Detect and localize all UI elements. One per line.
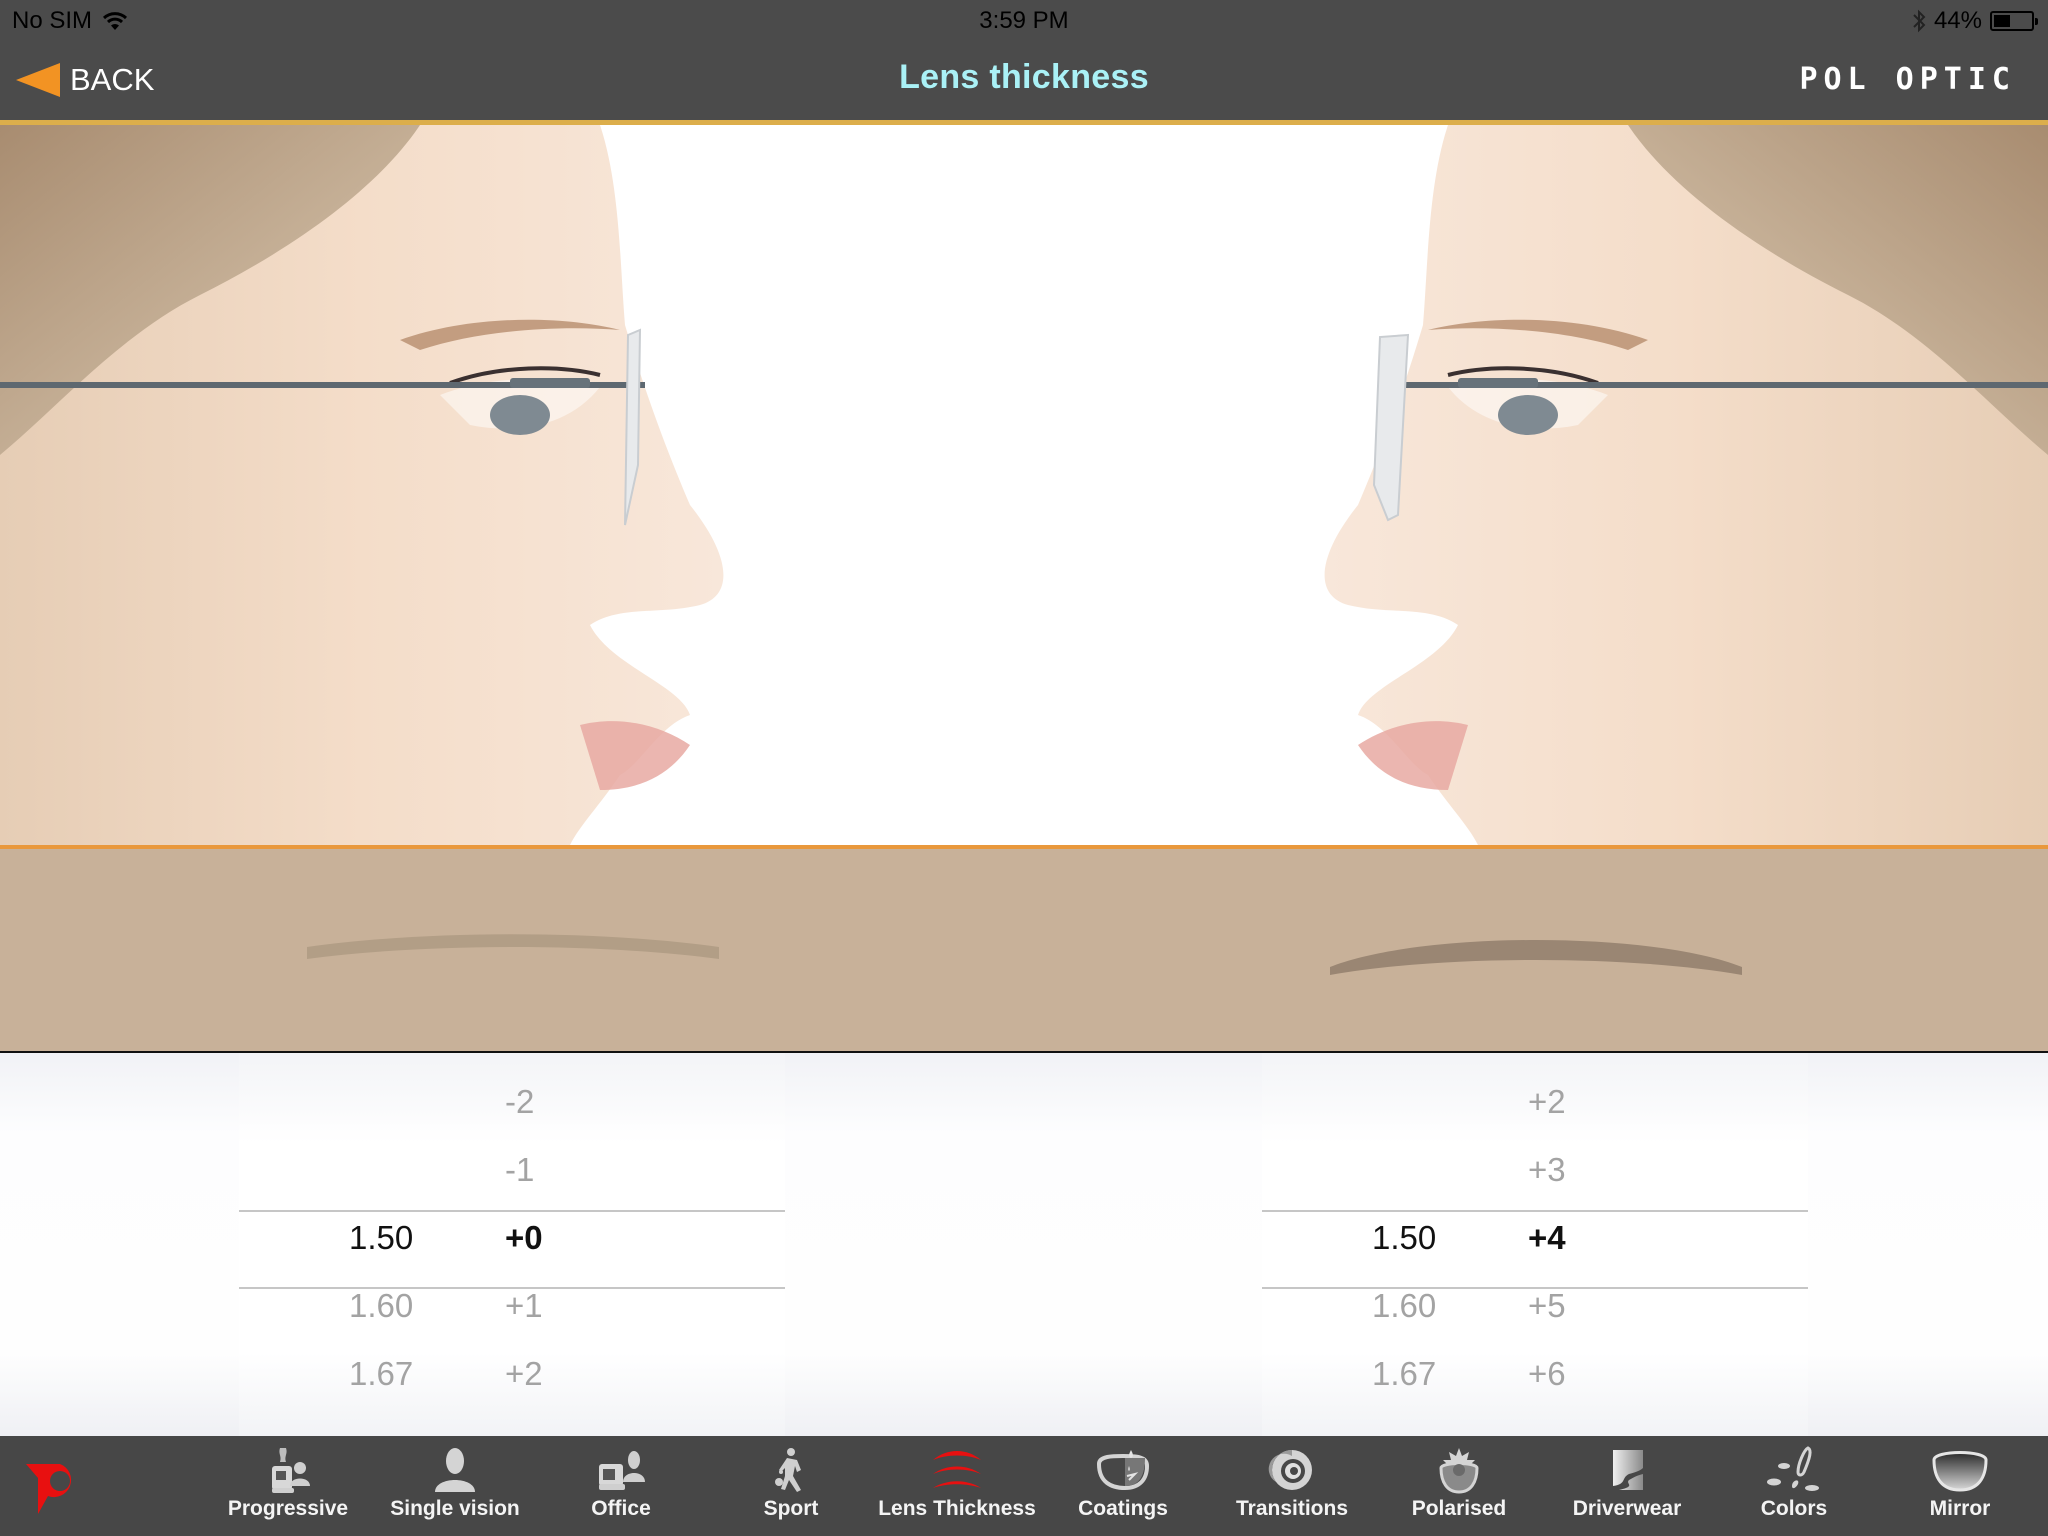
picker-power-value: +4 (1528, 1219, 1566, 1256)
picker-row[interactable]: -1 (239, 1151, 785, 1211)
status-bar: No SIM 3:59 PM 44% (0, 0, 2048, 40)
picker-power-value: +1 (505, 1287, 543, 1324)
picker-power-value: -1 (505, 1151, 535, 1188)
office-icon (599, 1451, 645, 1490)
picker-row[interactable]: +2 (1262, 1083, 1808, 1143)
picker-row-selected[interactable]: 1.50 +0 (239, 1219, 785, 1279)
tab-driverwear[interactable]: Driverwear (1547, 1436, 1707, 1536)
tab-mirror[interactable]: Mirror (1880, 1436, 2040, 1536)
tab-transitions[interactable]: Transitions (1212, 1436, 1372, 1536)
picker-row[interactable]: +3 (1262, 1151, 1808, 1211)
tab-sport[interactable]: Sport (711, 1436, 871, 1536)
driverwear-icon (1613, 1450, 1643, 1490)
tab-progressive[interactable]: Progressive (208, 1436, 368, 1536)
lens-picker-left[interactable]: -2 -1 1.50 +0 1.60 +1 1.67 +2 (239, 1053, 785, 1436)
lens-thickness-icon (933, 1451, 981, 1488)
tab-label: Mirror (1929, 1497, 1991, 1520)
tab-colors[interactable]: Colors (1714, 1436, 1874, 1536)
coatings-icon (1096, 1450, 1150, 1491)
colors-icon (1767, 1446, 1819, 1491)
picker-index-value: 1.50 (349, 1219, 414, 1256)
lens-profile-left (307, 934, 719, 959)
lens-picker-right[interactable]: +2 +3 1.50 +4 1.60 +5 1.67 +6 (1262, 1053, 1808, 1436)
sport-icon (775, 1448, 801, 1492)
pol-optic-logo[interactable] (24, 1462, 82, 1518)
polarised-icon (1439, 1448, 1479, 1494)
comparison-photo (0, 125, 2048, 845)
tab-bar: Progressive Single vision Office Sport L… (0, 1436, 2048, 1536)
nav-bar: BACK Lens thickness POL OPTIC (0, 40, 2048, 120)
picker-row[interactable]: -2 (239, 1083, 785, 1143)
single-vision-icon (435, 1448, 475, 1492)
picker-row[interactable]: 1.67 +2 (239, 1355, 785, 1415)
tab-office[interactable]: Office (541, 1436, 701, 1536)
picker-index-value: 1.60 (1372, 1287, 1437, 1324)
picker-index-value: 1.67 (349, 1355, 414, 1392)
lens-profile-right (1330, 940, 1742, 975)
picker-power-value: +2 (1528, 1083, 1566, 1120)
tab-single-vision[interactable]: Single vision (375, 1436, 535, 1536)
picker-power-value: -2 (505, 1083, 535, 1120)
bluetooth-icon (1913, 9, 1926, 33)
mirror-icon (1932, 1451, 1988, 1492)
picker-power-value: +2 (505, 1355, 543, 1392)
progressive-icon (272, 1448, 310, 1493)
picker-row[interactable]: 1.67 +6 (1262, 1355, 1808, 1415)
picker-row[interactable]: 1.60 +5 (1262, 1287, 1808, 1347)
tab-lens-thickness[interactable]: Lens Thickness (877, 1436, 1037, 1536)
picker-row-selected[interactable]: 1.50 +4 (1262, 1219, 1808, 1279)
picker-index-value: 1.60 (349, 1287, 414, 1324)
tab-coatings[interactable]: Coatings (1043, 1436, 1203, 1536)
battery-icon (1990, 11, 2038, 31)
picker-power-value: +0 (505, 1219, 543, 1256)
battery-percent: 44% (1933, 7, 1982, 34)
tab-polarised[interactable]: Polarised (1379, 1436, 1539, 1536)
picker-power-value: +6 (1528, 1355, 1566, 1392)
page-title: Lens thickness (899, 58, 1149, 96)
picker-row[interactable]: 1.60 +1 (239, 1287, 785, 1347)
picker-index-value: 1.67 (1372, 1355, 1437, 1392)
face-profile-left (0, 125, 724, 845)
picker-power-value: +5 (1528, 1287, 1566, 1324)
status-right: 44% (1912, 7, 2038, 35)
face-profile-right (1324, 125, 2048, 845)
battery-fill (1994, 15, 2010, 27)
transitions-icon (1268, 1450, 1312, 1490)
status-time: 3:59 PM (979, 7, 1069, 34)
picker-index-value: 1.50 (1372, 1219, 1437, 1256)
lens-profile-area (0, 849, 2048, 1052)
brand-logo: POL OPTIC (1799, 62, 2016, 97)
picker-power-value: +3 (1528, 1151, 1566, 1188)
picker-area: -2 -1 1.50 +0 1.60 +1 1.67 +2 +2 +3 1.50… (0, 1053, 2048, 1436)
